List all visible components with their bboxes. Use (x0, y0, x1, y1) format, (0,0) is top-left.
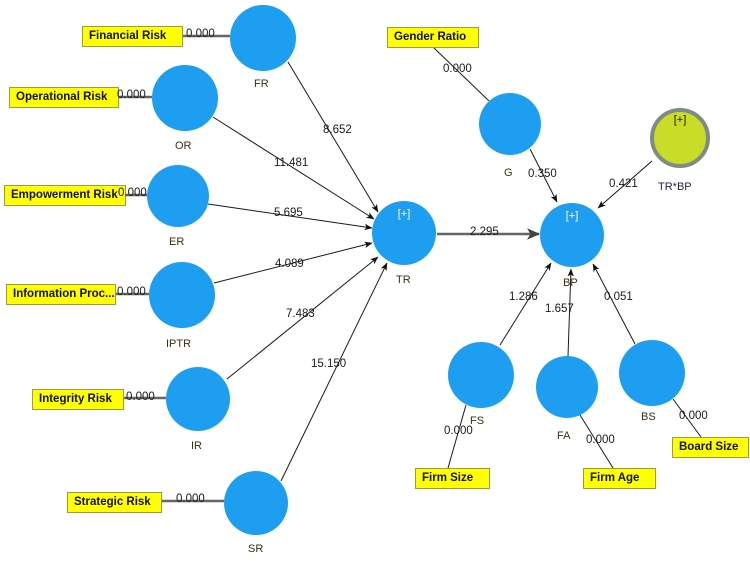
node-fr[interactable] (230, 5, 296, 71)
node-trxbp[interactable]: [+] (650, 108, 710, 168)
node-bp[interactable]: [+] (540, 203, 604, 267)
edge-bs-to-bp[interactable] (592, 263, 636, 345)
node-plus-marker: [+] (673, 114, 687, 126)
indicator-strategic-risk[interactable]: Strategic Risk (67, 492, 162, 513)
node-caption-or: OR (175, 140, 192, 152)
node-caption-er: ER (169, 236, 185, 248)
edge-label-er-to-tr: 5.695 (274, 207, 303, 219)
edge-label-information-proc-to-iptr: 0.000 (117, 286, 146, 298)
node-caption-fa: FA (557, 430, 571, 442)
node-plus-marker: [+] (397, 208, 411, 220)
edge-fs-to-bp[interactable] (499, 262, 552, 346)
edge-label-fa-to-bp: 1.657 (545, 303, 574, 315)
node-caption-g: G (504, 167, 513, 179)
edge-fr-to-tr[interactable] (287, 61, 379, 213)
edge-label-g-to-bp: 0.350 (528, 168, 557, 180)
edge-label-bs-to-board-size: 0.000 (679, 410, 708, 422)
edge-label-tr-to-bp: 2.295 (470, 226, 499, 238)
edge-label-fs-to-firm-size: 0.000 (444, 425, 473, 437)
indicator-operational-risk[interactable]: Operational Risk (9, 87, 119, 108)
edge-label-strategic-risk-to-sr: 0.000 (176, 493, 205, 505)
edge-label-empowerment-risk-to-er: 0.000 (118, 187, 147, 199)
node-caption-bs: BS (641, 411, 656, 423)
node-fa[interactable] (536, 356, 598, 418)
node-caption-fr: FR (254, 78, 269, 90)
edge-label-fr-to-tr: 8.652 (323, 124, 352, 136)
node-tr[interactable]: [+] (372, 201, 436, 265)
indicator-firm-age[interactable]: Firm Age (583, 468, 656, 489)
node-caption-iptr: IPTR (166, 338, 192, 350)
edge-label-or-to-tr: 11.481 (274, 157, 309, 169)
node-caption-sr: SR (248, 543, 264, 555)
node-caption-ir: IR (191, 440, 202, 452)
edge-label-financial-risk-to-fr: 0.000 (186, 28, 215, 40)
node-caption-bp: BP (563, 277, 578, 289)
node-caption-tr: TR (396, 274, 411, 286)
edge-label-sr-to-tr: 15.150 (311, 358, 347, 370)
node-plus-marker: [+] (565, 210, 579, 222)
edge-label-fs-to-bp: 1.286 (509, 291, 538, 303)
edge-label-ir-to-tr: 7.483 (286, 308, 315, 320)
node-iptr[interactable] (149, 262, 215, 328)
edge-label-integrity-risk-to-ir: 0.000 (126, 391, 155, 403)
path-diagram-canvas: [+] [+] [+] FR OR ER IPTR IR SR TR G BP TR*BP FS FA BS… (0, 0, 750, 563)
indicator-board-size[interactable]: Board Size (672, 437, 749, 458)
edge-label-operational-risk-to-or: 0.000 (117, 89, 146, 101)
edge-label-fa-to-firm-age: 0.000 (586, 434, 615, 446)
edge-label-iptr-to-tr: 4.089 (275, 258, 304, 270)
indicator-firm-size[interactable]: Firm Size (415, 468, 490, 489)
edge-label-gender-ratio-to-g: 0.000 (443, 63, 472, 75)
edge-label-trxbp-to-bp: 0.421 (609, 178, 638, 190)
indicator-financial-risk[interactable]: Financial Risk (82, 26, 183, 47)
node-er[interactable] (147, 165, 209, 227)
node-or[interactable] (152, 65, 218, 131)
node-bs[interactable] (619, 340, 685, 406)
node-sr[interactable] (224, 471, 288, 535)
edge-sr-to-tr[interactable] (280, 262, 388, 482)
node-g[interactable] (479, 93, 541, 155)
edge-label-bs-to-bp: 0.051 (604, 291, 633, 303)
indicator-integrity-risk[interactable]: Integrity Risk (32, 389, 124, 410)
node-fs[interactable] (448, 342, 514, 408)
node-ir[interactable] (166, 367, 230, 431)
indicator-empowerment-risk[interactable]: Empowerment Risk (4, 185, 126, 206)
indicator-information-proc[interactable]: Information Proc... (6, 284, 116, 305)
node-caption-trxbp: TR*BP (658, 181, 692, 193)
indicator-gender-ratio[interactable]: Gender Ratio (387, 27, 479, 48)
